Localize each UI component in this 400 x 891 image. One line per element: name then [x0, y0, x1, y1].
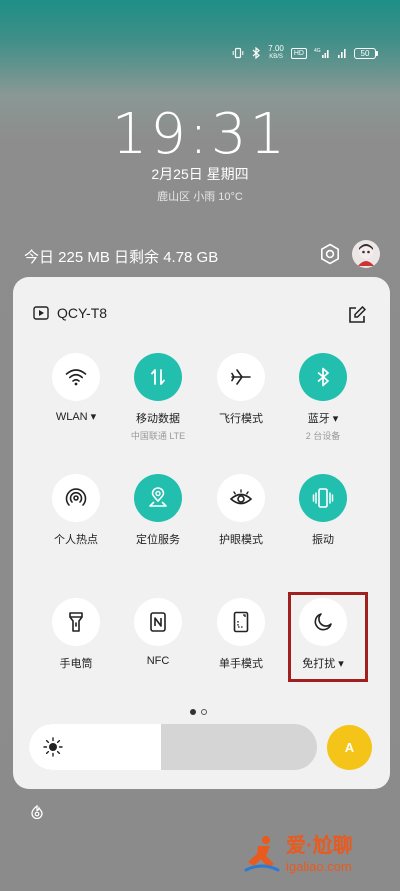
tile-circle[interactable] [134, 598, 182, 646]
tile-flashlight[interactable]: 手电筒 [38, 598, 114, 671]
tile-label: 飞行模式 [219, 413, 263, 425]
bluetooth-status-icon [251, 47, 261, 59]
tile-one-hand[interactable]: 单手模式 [203, 598, 279, 671]
tile-circle[interactable] [134, 474, 182, 522]
tile-circle[interactable] [52, 474, 100, 522]
tile-label: 单手模式 [219, 658, 263, 670]
net-speed: 7.00 KB/S [268, 44, 284, 61]
tile-circle[interactable] [299, 353, 347, 401]
watermark: 爱·尬聊 igaliao.com [244, 826, 394, 882]
page-dot [201, 709, 207, 715]
quick-settings-panel: QCY-T8 WLAN ▾ 移动数据 中国联通 LTE 飞行模式 蓝牙 ▾ 2 … [13, 277, 390, 789]
tile-label: 个人热点 [54, 534, 98, 546]
svg-text:4G: 4G [314, 48, 321, 54]
tile-bluetooth[interactable]: 蓝牙 ▾ 2 台设备 [285, 353, 361, 442]
one-hand-icon [233, 611, 249, 633]
tile-label: WLAN ▾ [55, 411, 97, 423]
tile-circle[interactable] [134, 353, 182, 401]
tile-nfc[interactable]: NFC [120, 598, 196, 667]
settings-button[interactable] [317, 241, 343, 267]
signal-2-icon [337, 47, 347, 59]
tile-vibrate[interactable]: 振动 [285, 474, 361, 547]
tile-sublabel: 中国联通 LTE [130, 431, 186, 441]
signal-icon: 4G [314, 47, 330, 59]
page-indicator [190, 709, 207, 715]
weather: 鹿山区 小雨 10°C [157, 191, 243, 203]
bluetooth-icon [317, 367, 329, 387]
page-dot-active [190, 709, 196, 715]
date: 2月25日 星期四 [151, 166, 249, 182]
flashlight-icon [69, 612, 83, 632]
airplane-icon [231, 369, 251, 385]
hotspot-icon [65, 488, 87, 506]
tile-circle[interactable] [217, 598, 265, 646]
vibrate-icon [312, 488, 334, 508]
tile-circle[interactable] [52, 598, 100, 646]
avatar[interactable] [352, 240, 380, 268]
tile-label: NFC [146, 655, 170, 667]
tile-circle[interactable] [52, 353, 100, 401]
tile-hotspot[interactable]: 个人热点 [38, 474, 114, 547]
tile-label: 护眼模式 [219, 534, 263, 546]
tile-airplane[interactable]: 飞行模式 [203, 353, 279, 426]
tile-eye-care[interactable]: 护眼模式 [203, 474, 279, 547]
tile-circle[interactable] [217, 474, 265, 522]
watermark-en: igaliao.com [286, 858, 352, 874]
clock: 19:31 [111, 102, 289, 167]
nfc-icon [150, 612, 166, 632]
hd-badge: HD [290, 47, 307, 59]
gear-icon [321, 243, 339, 265]
tile-label: 手电筒 [59, 658, 93, 670]
tile-sublabel: 2 台设备 [305, 431, 341, 441]
tile-circle[interactable] [217, 353, 265, 401]
tile-label: 振动 [312, 534, 334, 546]
highlight-box [288, 592, 368, 682]
watermark-logo-icon [244, 836, 280, 872]
tile-mobile-data[interactable]: 移动数据 中国联通 LTE [120, 353, 196, 442]
auto-brightness-button[interactable]: A [327, 725, 372, 770]
battery-icon: 50 [354, 47, 378, 59]
tile-wlan[interactable]: WLAN ▾ [38, 353, 114, 423]
mobile-data-icon [151, 369, 165, 385]
edit-icon [349, 306, 366, 323]
media-device-name: QCY-T8 [57, 305, 108, 321]
edit-tiles-button[interactable] [346, 304, 368, 326]
sun-icon [43, 737, 63, 757]
vibrate-status-icon [232, 47, 244, 59]
tile-circle[interactable] [299, 474, 347, 522]
data-usage-text[interactable]: 今日 225 MB 日剩余 4.78 GB [24, 246, 218, 267]
media-play-icon [33, 306, 49, 320]
tile-label: 定位服务 [136, 534, 180, 546]
tile-label: 蓝牙 ▾ [307, 413, 339, 425]
tile-location[interactable]: 定位服务 [120, 474, 196, 547]
status-bar: 7.00 KB/S HD 4G 50 [232, 44, 378, 62]
tile-label: 移动数据 [136, 413, 180, 425]
eye-icon [229, 489, 253, 505]
media-output[interactable]: QCY-T8 [33, 305, 107, 321]
brightness-slider[interactable] [29, 724, 317, 770]
flame-icon[interactable] [30, 804, 44, 820]
wifi-icon [65, 369, 87, 386]
watermark-cn: 爱·尬聊 [286, 834, 353, 857]
location-icon [149, 487, 167, 507]
